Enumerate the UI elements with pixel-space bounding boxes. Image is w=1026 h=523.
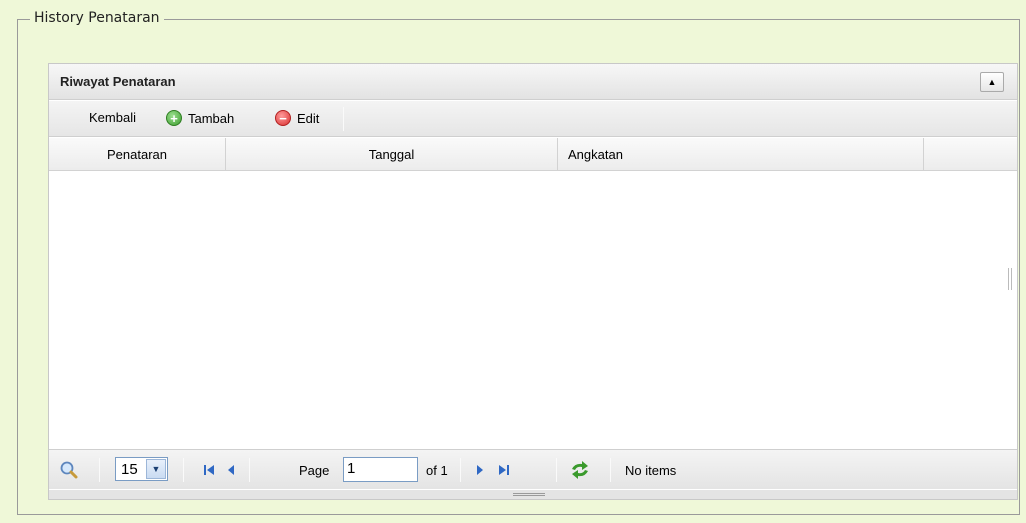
riwayat-grid: Riwayat Penataran ▲ Kembali + Tambah − E… <box>48 63 1018 500</box>
column-header-penataran[interactable]: Penataran <box>49 138 226 171</box>
next-page-icon <box>477 465 483 475</box>
add-icon: + <box>166 110 182 126</box>
refresh-icon <box>572 461 588 479</box>
page-size-value: 15 <box>121 461 138 478</box>
toolbar-separator <box>343 107 344 131</box>
vertical-resize-grip[interactable] <box>1008 268 1012 290</box>
pager-status: No items <box>625 462 677 478</box>
first-page-button[interactable] <box>203 450 217 490</box>
column-header-blank[interactable] <box>924 138 1017 171</box>
next-page-button[interactable] <box>474 450 486 490</box>
pager-separator <box>610 458 611 482</box>
pager-separator <box>99 458 100 482</box>
triangle-up-icon: ▲ <box>987 77 997 87</box>
grid-title: Riwayat Penataran <box>60 74 176 89</box>
page-label: Page <box>299 462 330 478</box>
edit-button-label: Edit <box>297 110 320 126</box>
pager-separator <box>460 458 461 482</box>
grip-icon <box>513 493 545 496</box>
refresh-button[interactable] <box>569 450 591 490</box>
search-button[interactable] <box>59 450 79 490</box>
first-page-icon <box>204 465 214 475</box>
prev-page-icon <box>228 465 234 475</box>
page-size-select[interactable]: 15 ▼ <box>115 457 168 481</box>
grid-toolbar: Kembali + Tambah − Edit <box>49 101 1017 137</box>
last-page-button[interactable] <box>496 450 510 490</box>
page-number-input[interactable]: 1 <box>343 457 418 482</box>
back-button-label: Kembali <box>89 110 136 125</box>
column-header-angkatan[interactable]: Angkatan <box>558 138 924 171</box>
pager-bar: 15 ▼ Page 1 of 1 No items <box>49 449 1017 489</box>
remove-icon: − <box>275 110 291 126</box>
column-header-label: Tanggal <box>368 147 415 162</box>
add-button-label: Tambah <box>188 110 235 126</box>
chevron-down-icon: ▼ <box>146 459 166 479</box>
back-button[interactable]: Kembali <box>89 110 136 125</box>
pager-separator <box>183 458 184 482</box>
column-header-label: Angkatan <box>568 147 623 162</box>
edit-button[interactable]: − Edit <box>275 110 319 126</box>
prev-page-button[interactable] <box>225 450 237 490</box>
pager-separator <box>556 458 557 482</box>
collapse-button[interactable]: ▲ <box>980 72 1004 92</box>
grid-header: Penataran Tanggal Angkatan <box>49 138 1017 171</box>
page-total-label: of 1 <box>426 462 448 478</box>
search-icon <box>60 461 78 479</box>
last-page-icon <box>499 465 509 475</box>
grid-titlebar: Riwayat Penataran ▲ <box>49 64 1017 100</box>
column-header-tanggal[interactable]: Tanggal <box>226 138 558 171</box>
add-button[interactable]: + Tambah <box>166 110 234 126</box>
grid-body <box>49 172 1017 449</box>
pager-separator <box>249 458 250 482</box>
fieldset-legend: History Penataran <box>30 10 164 26</box>
column-header-label: Penataran <box>107 147 167 162</box>
resize-handle[interactable] <box>49 490 1017 499</box>
